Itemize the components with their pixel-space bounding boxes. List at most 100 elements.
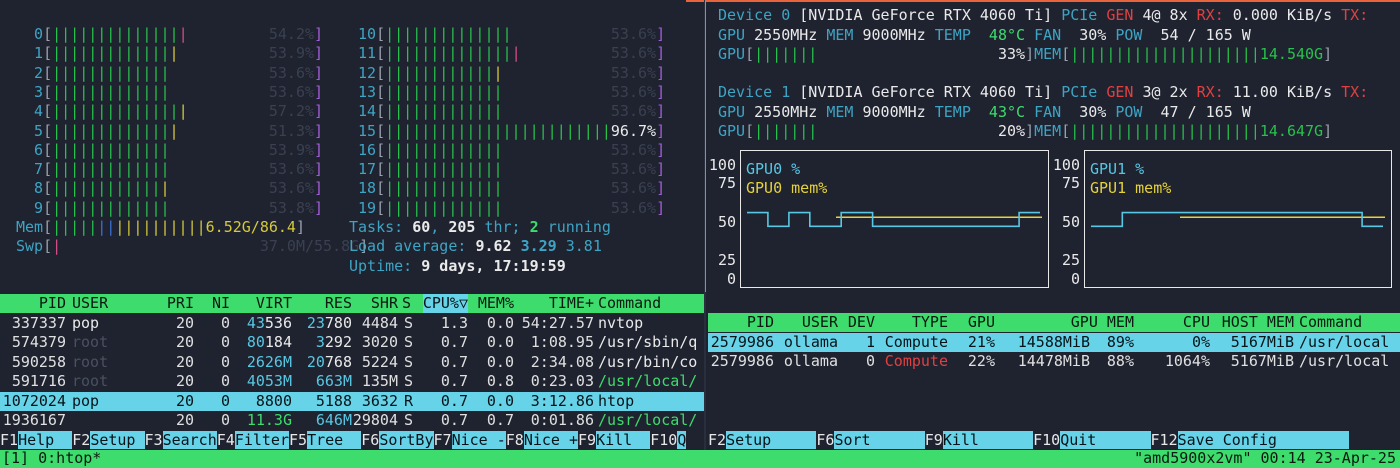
gpu-column-type[interactable]: TYPE (912, 313, 948, 332)
gpu-device-header: Device 0 [NVIDIA GeForce RTX 4060 Ti] PC… (718, 6, 1369, 24)
gpu-mem-used: 14.647G (1259, 122, 1324, 140)
cpu-bar: |||||||||||| (385, 160, 494, 179)
process-command: /usr/bin/co (598, 352, 698, 371)
cpu-id: 19 (349, 198, 377, 217)
process-pid: 1072024 (2, 391, 66, 410)
nvtop-pane[interactable]: Device 0 [NVIDIA GeForce RTX 4060 Ti] PC… (708, 0, 1400, 450)
gpu-column-gpu[interactable]: GPU (968, 313, 995, 332)
gpu-process-row[interactable]: 2579986 ollama 0 Compute 22% 14478MiB 88% 1064%… (708, 352, 1400, 371)
gpu-process-row[interactable]: 2579986 ollama 1 Compute 21% 14588MiB 89% 0% 516… (708, 333, 1400, 352)
process-time: 54:27.57 (521, 314, 594, 332)
cpu-meter-7: 7[||||||||||||| 53.6%] (16, 160, 324, 179)
tmux-window-list[interactable]: [1] 0:htop* (2, 449, 101, 468)
process-user: root (72, 352, 109, 371)
column-header-ni[interactable]: NI (212, 294, 230, 313)
cpu-meter-1: 1[|||||||||||||| 53.9%] (16, 44, 324, 63)
process-command: htop (598, 391, 635, 410)
cpu-meter-8: 8[||||||||||||| 53.6%] (16, 179, 324, 198)
process-row[interactable]: 1072024 pop 20 0 3632 R 0.7 0.0 3:12.86 htop 8800 5… (0, 391, 704, 411)
fkey-f10[interactable]: F10Quit (1033, 431, 1151, 450)
column-header-mem[interactable]: MEM% (478, 294, 514, 313)
fkey-f6[interactable]: F6SortBy (361, 431, 434, 450)
graph-ytick: 50 (1061, 213, 1080, 231)
fkey-f2[interactable]: F2Setup (708, 431, 817, 450)
process-row[interactable]: 337337 pop 20 0 4484 S 1.3 0.0 54:27.57 nvtop 4353… (0, 314, 704, 333)
nvtop-function-keys[interactable]: F2Setup F6Sort F9Kill F10Quit F12Save Co… (708, 431, 1350, 450)
column-header-virt[interactable]: VIRT (256, 294, 292, 313)
cpu-bar: ||||||||||||| (52, 121, 170, 140)
process-priority: 20 (175, 333, 194, 352)
tmux-status-right: "amd5900x2vm" 00:14 23-Apr-25 (1134, 449, 1396, 467)
fkey-f12[interactable]: F12Save Config (1150, 431, 1350, 450)
process-state: R (404, 391, 414, 410)
fkey-f7[interactable]: F7Nice - (433, 431, 506, 450)
cpu-percent: 53.6% (610, 198, 657, 217)
process-cpu: 0.7 (440, 333, 468, 352)
cpu-bar: |||||||||||| (52, 82, 161, 101)
process-state: S (404, 333, 414, 352)
fkey-f8[interactable]: F8Nice + (505, 431, 578, 450)
gpu-column-cmd[interactable]: Command (1299, 313, 1362, 332)
process-command: /usr/local/ (598, 411, 698, 429)
column-header-time[interactable]: TIME+ (549, 294, 594, 313)
fkey-f9[interactable]: F9Kill (578, 431, 651, 450)
cpu-bar: |||||||||||||||||||||||| (385, 121, 602, 140)
process-row[interactable]: 590258 root 20 0 5224 S 0.7 0.0 2:34.08/usr/bin/… (0, 353, 704, 372)
fkey-f3[interactable]: F3Search (144, 431, 217, 450)
process-nice: 0 (220, 411, 230, 429)
gpu-process-gpu-mem-pct: 89% (1106, 333, 1134, 351)
gpu-column-dev[interactable]: DEV (848, 313, 875, 332)
cpu-bar: |||||||||||| (52, 63, 161, 82)
fkey-f9[interactable]: F9Kill (924, 431, 1034, 450)
process-shr: 29804 (352, 411, 398, 429)
gpu-process-cpu: 0% (1191, 333, 1210, 351)
tasks-line: Tasks: 60, 205 thr; 2 running (349, 218, 611, 236)
gpu-column-user[interactable]: USER (802, 313, 838, 332)
gpu-column-gpu-mem[interactable]: GPU MEM (1071, 313, 1134, 332)
process-state: S (404, 411, 414, 429)
fkey-f4[interactable]: F4Filter (216, 431, 289, 450)
process-shr: 135M (361, 372, 398, 391)
column-header-user[interactable]: USER (72, 294, 108, 313)
htop-function-keys[interactable]: F1Help F2Setup F3SearchF4FilterF5Tree F6… (0, 431, 687, 450)
cpu-id: 2 (16, 63, 44, 82)
gpu-process-host-mem: 5167MiB (1230, 352, 1294, 371)
process-row[interactable]: 591716 root 20 0 135M S 0.7 0.8 0:23.03/usr/loca… (0, 372, 704, 391)
gpu-column-host-mem[interactable]: HOST MEM (1222, 313, 1294, 332)
fkey-f1[interactable]: F1Help (0, 431, 73, 450)
column-header-s[interactable]: S (402, 294, 411, 313)
column-header-cpu[interactable]: CPU%▽ (422, 294, 468, 314)
fkey-f10[interactable]: F10Q (650, 431, 687, 450)
gpu-util-percent: 20% (997, 122, 1026, 140)
process-table-header[interactable]: PID USER PRI NI VIRT RES SHR S CPU%▽ MEM% TIME+ Com… (0, 294, 704, 314)
fkey-f5[interactable]: F5Tree (289, 431, 362, 450)
process-pid: 590258 (11, 352, 66, 371)
graph-ytick: 75 (1061, 174, 1080, 192)
process-user: pop (72, 391, 100, 410)
column-header-pid[interactable]: PID (39, 294, 66, 313)
gpu-process-header[interactable]: PID USER DEV TYPE GPU GPU MEM CPU HOST MEM Comma… (708, 313, 1400, 332)
column-header-pri[interactable]: PRI (167, 294, 194, 313)
gpu-gpu-clk: 2550MHz (745, 25, 827, 44)
process-nice: 0 (220, 391, 230, 410)
cpu-percent: 53.6% (610, 44, 657, 63)
fkey-f2[interactable]: F2Setup (72, 431, 145, 450)
process-res: 23780 (306, 314, 352, 332)
gpu-column-pid[interactable]: PID (747, 313, 774, 332)
gpu-process-type: Compute (884, 333, 948, 351)
column-header-command[interactable]: Command (598, 294, 661, 313)
htop-pane[interactable]: 0[||||||||||||||| 54.2%] 1[|||||||||||||… (0, 0, 704, 450)
column-header-res[interactable]: RES (325, 294, 352, 313)
graph-ytick: 25 (1061, 251, 1080, 269)
fkey-f6[interactable]: F6Sort (816, 431, 925, 450)
column-header-shr[interactable]: SHR (371, 294, 398, 313)
graph-ytick: 0 (1070, 270, 1080, 288)
process-virt: 11.3G (246, 411, 292, 429)
process-mem: 0.7 (486, 411, 514, 429)
process-row[interactable]: 1936167 20 0 29804 S 0.7 0.7 0:01.86/usr/local/… (0, 411, 704, 430)
gpu-column-cpu[interactable]: CPU (1183, 313, 1210, 332)
cpu-meter-19: 19[||||||||||||| 53.6%] (349, 198, 666, 217)
process-row[interactable]: 574379 root 20 0 3020 S 0.7 0.0 1:08.95/usr/sbin… (0, 333, 704, 352)
cpu-percent: 96.7% (610, 121, 657, 140)
gpu-util-series (747, 211, 1040, 228)
